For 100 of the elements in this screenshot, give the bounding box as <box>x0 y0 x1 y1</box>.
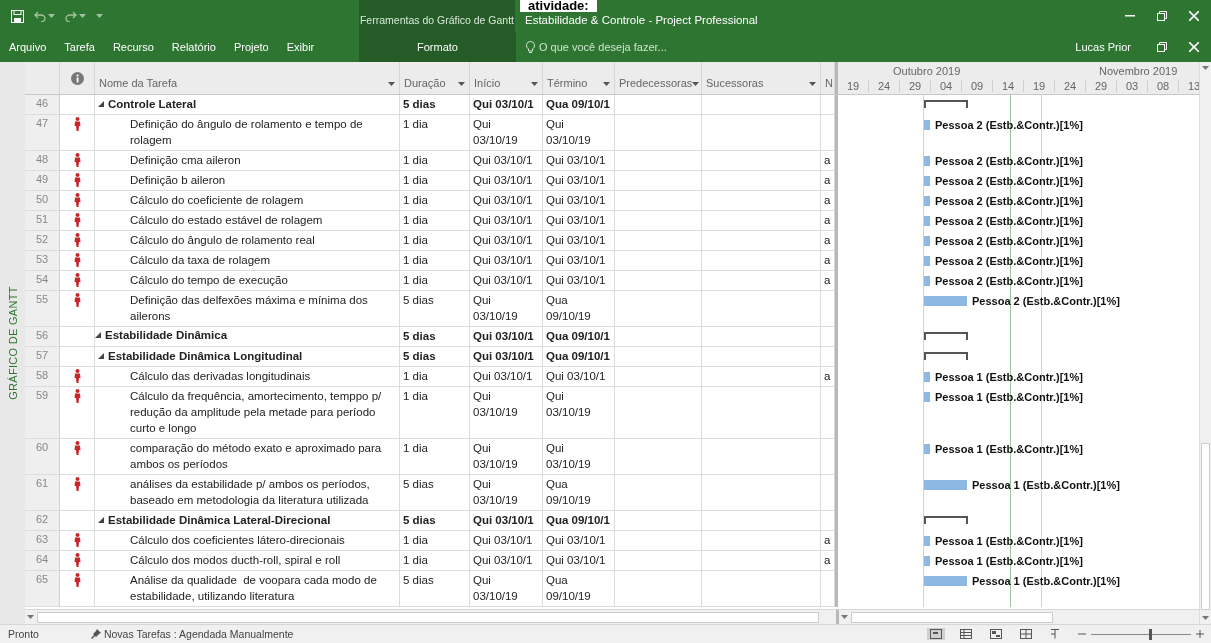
report-icon <box>1050 629 1060 639</box>
close-icon <box>1189 42 1199 52</box>
task-name: Estabilidade Dinâmica Longitudinal <box>108 349 303 364</box>
team-planner-button[interactable] <box>987 628 1005 640</box>
resource-label: Pessoa 1 (Estb.&Contr.)[1%] <box>972 480 1120 491</box>
task-name: Cálculo do coeficiente de rolagem <box>130 193 304 208</box>
user-name[interactable]: Lucas Prior <box>1075 41 1131 53</box>
finish-date-cell: Qua 09/10/19 <box>543 571 615 607</box>
duration-cell: 1 dia <box>400 251 470 271</box>
gantt-view-button[interactable] <box>927 628 945 640</box>
column-header[interactable]: Duração <box>404 77 446 89</box>
lightbulb-icon <box>525 41 535 53</box>
day-label: 09 <box>962 79 993 92</box>
scrollbar-thumb[interactable] <box>37 611 819 623</box>
scroll-up-icon[interactable] <box>1202 66 1209 70</box>
row-number: 55 <box>25 291 60 327</box>
day-label: 24 <box>869 79 900 92</box>
column-header[interactable]: Sucessoras <box>706 77 764 89</box>
start-date-cell: Qui 03/10/1 <box>470 191 543 211</box>
column-header[interactable]: Início <box>474 77 501 89</box>
plus-icon <box>1196 630 1204 638</box>
task-name: Análise da qualidade de voopara cada modo de estabilidade, utilizando literatura <box>130 573 378 604</box>
start-date-cell: Qui 03/10/19 <box>470 387 543 439</box>
summary-bar[interactable] <box>924 332 968 340</box>
column-header[interactable]: Término <box>547 77 588 89</box>
resource-label: Pessoa 1 (Estb.&Contr.)[1%] <box>935 444 1083 455</box>
caret-icon <box>48 14 55 18</box>
task-usage-button[interactable] <box>957 628 975 640</box>
caret-icon <box>96 14 103 18</box>
column-header[interactable]: N <box>825 77 833 89</box>
duration-cell: 1 dia <box>400 231 470 251</box>
person-icon <box>73 273 81 287</box>
finish-date-cell: Qua 09/10/19 <box>543 475 615 511</box>
resource-label: Pessoa 2 (Estb.&Contr.)[1%] <box>935 216 1083 227</box>
finish-date-cell: Qui 03/10/1 <box>543 171 615 191</box>
person-icon <box>73 253 81 267</box>
person-icon <box>73 293 81 307</box>
dropdown-caret-icon[interactable] <box>603 82 610 86</box>
ribbon-tab[interactable]: Formato <box>359 32 516 62</box>
expand-triangle-icon[interactable] <box>98 517 104 523</box>
restore-icon <box>1157 11 1167 21</box>
start-date-cell: Qui 03/10/1 <box>470 231 543 251</box>
person-icon <box>73 117 81 131</box>
duration-cell: 1 dia <box>400 171 470 191</box>
caret-icon <box>79 14 86 18</box>
dropdown-caret-icon[interactable] <box>692 82 700 86</box>
duration-cell: 5 dias <box>400 95 470 115</box>
person-icon <box>73 477 81 491</box>
duration-cell: 5 dias <box>400 327 470 347</box>
scroll-down-icon[interactable] <box>1202 616 1209 620</box>
row-number: 57 <box>25 347 60 367</box>
row-number: 50 <box>25 191 60 211</box>
context-group-label: Ferramentas do Gráfico de Gantt <box>359 14 515 26</box>
start-date-cell: Qui 03/10/1 <box>470 171 543 191</box>
duration-cell: 1 dia <box>400 367 470 387</box>
ribbon-tab[interactable]: Exibir <box>277 32 324 62</box>
close-icon <box>1189 11 1199 21</box>
start-date-cell: Qui 03/10/1 <box>470 531 543 551</box>
day-label: 14 <box>993 79 1024 92</box>
person-icon <box>73 389 81 403</box>
scroll-left-icon[interactable] <box>27 615 34 619</box>
day-label: 29 <box>1086 79 1117 92</box>
expand-triangle-icon[interactable] <box>95 332 101 338</box>
task-name: Controle Lateral <box>108 97 197 112</box>
search-field[interactable]: O que você deseja fazer... <box>538 41 667 53</box>
dropdown-caret-icon[interactable] <box>458 82 465 86</box>
summary-bar[interactable] <box>924 100 968 108</box>
expand-triangle-icon[interactable] <box>98 101 104 107</box>
duration-cell: 5 dias <box>400 347 470 367</box>
ribbon-tab[interactable]: Tarefa <box>55 32 104 62</box>
summary-bar[interactable] <box>924 352 968 360</box>
ribbon-tab[interactable]: Arquivo <box>0 32 56 62</box>
resource-label: Pessoa 2 (Estb.&Contr.)[1%] <box>935 156 1083 167</box>
dropdown-caret-icon[interactable] <box>388 82 395 86</box>
ribbon-tab[interactable]: Projeto <box>224 32 278 62</box>
start-date-cell: Qui 03/10/1 <box>470 327 543 347</box>
column-header[interactable]: Predecessoras <box>619 77 693 89</box>
expand-triangle-icon[interactable] <box>98 353 104 359</box>
summary-bar[interactable] <box>924 516 968 524</box>
zoom-thumb[interactable] <box>1149 628 1152 640</box>
scrollbar-thumb[interactable] <box>851 611 1053 623</box>
ribbon-tab[interactable]: Relatório <box>162 32 225 62</box>
column-header[interactable]: Nome da Tarefa <box>99 77 178 89</box>
day-label: 03 <box>1117 79 1148 92</box>
finish-date-cell: Qui 03/10/1 <box>543 551 615 571</box>
zoom-in-button[interactable] <box>1195 628 1205 640</box>
row-number: 49 <box>25 171 60 191</box>
row-number: 53 <box>25 251 60 271</box>
person-icon <box>73 233 81 247</box>
duration-cell: 5 dias <box>400 571 470 607</box>
dropdown-caret-icon[interactable] <box>809 82 816 86</box>
finish-date-cell: Qua 09/10/1 <box>543 95 615 115</box>
row-number: 62 <box>25 511 60 531</box>
scrollbar-thumb[interactable] <box>1201 443 1210 610</box>
ribbon-tab[interactable]: Recurso <box>103 32 163 62</box>
scroll-left-icon[interactable] <box>841 615 848 619</box>
resource-sheet-button[interactable] <box>1017 628 1035 640</box>
person-icon <box>73 369 81 383</box>
planner-icon <box>990 629 1002 639</box>
dropdown-caret-icon[interactable] <box>531 82 538 86</box>
